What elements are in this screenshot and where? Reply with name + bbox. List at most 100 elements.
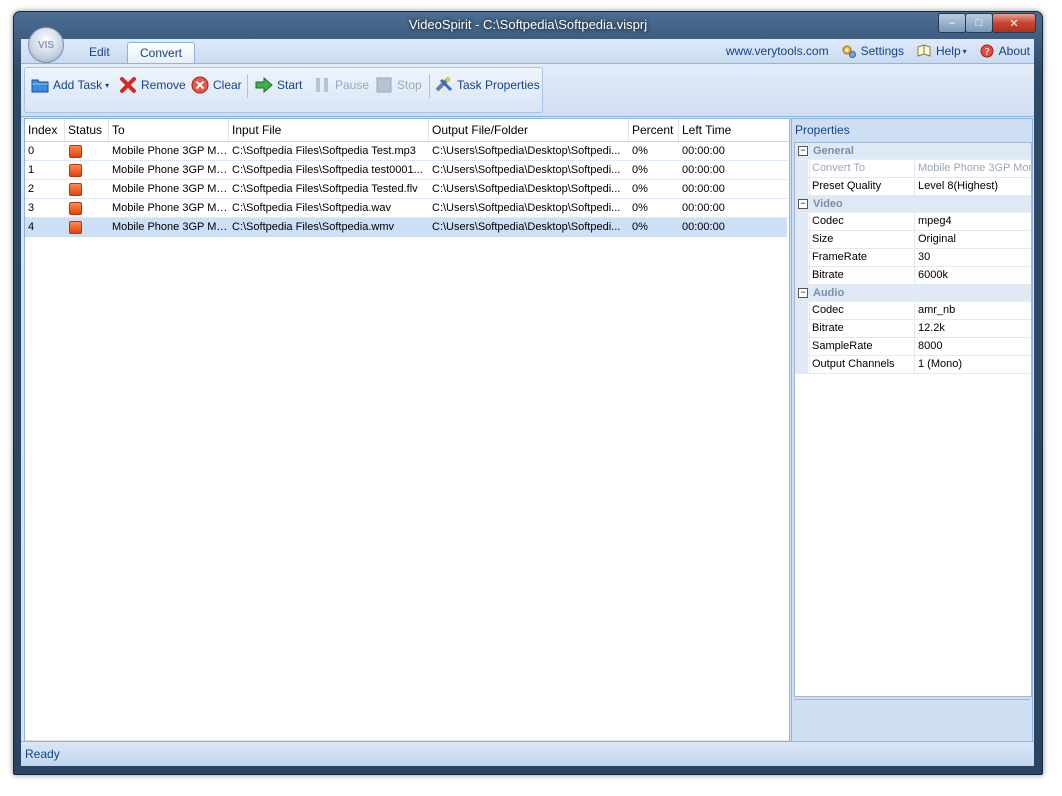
properties-panel: Properties − General Convert To Mobile Ph… [791, 118, 1033, 759]
collapse-icon[interactable]: − [798, 146, 808, 156]
column-header-status[interactable]: Status [65, 119, 109, 141]
cell-output: C:\Users\Softpedia\Desktop\Softpedi... [432, 164, 621, 176]
property-row[interactable]: FrameRate 30 [795, 249, 1031, 267]
app-window: VideoSpirit - C:\Softpedia\Softpedia.vis… [13, 11, 1043, 775]
table-row[interactable]: 0 Mobile Phone 3GP Mo... C:\Softpedia Fi… [25, 142, 787, 161]
window-controls: – □ ✕ [938, 13, 1036, 33]
remove-button[interactable]: Remove [119, 74, 186, 96]
column-header-output[interactable]: Output File/Folder [429, 119, 629, 141]
settings-link[interactable]: Settings [841, 43, 904, 59]
stop-label: Stop [397, 78, 422, 92]
cell-to: Mobile Phone 3GP Mo... [112, 221, 229, 233]
website-link[interactable]: www.verytools.com [726, 44, 829, 58]
cell-to: Mobile Phone 3GP Mo... [112, 164, 229, 176]
cell-index: 4 [28, 221, 35, 233]
category-label: General [813, 145, 854, 157]
cell-left-time: 00:00:00 [682, 145, 725, 157]
about-icon: ? [980, 44, 994, 58]
help-menu[interactable]: Help ▾ [916, 43, 967, 59]
category-video[interactable]: − Video [795, 196, 1031, 213]
property-value: amr_nb [918, 304, 956, 316]
clear-button[interactable]: Clear [191, 74, 242, 96]
chevron-down-icon: ▾ [105, 80, 110, 90]
property-key: Size [809, 231, 915, 248]
category-label: Video [813, 198, 843, 210]
top-links: www.verytools.com Settings Help ▾ ? Abou… [714, 43, 1030, 59]
task-list: Index Status To Input File Output File/F… [24, 118, 790, 759]
remove-x-icon [120, 77, 136, 93]
cell-output: C:\Users\Softpedia\Desktop\Softpedi... [432, 145, 621, 157]
ribbon-toolbar: Add Task ▾ Remove Clear Start Pause Stop… [21, 63, 1034, 117]
property-key: Preset Quality [809, 178, 915, 195]
add-task-button[interactable]: Add Task ▾ [31, 74, 109, 96]
about-link[interactable]: ? About [979, 43, 1030, 59]
table-row[interactable]: 1 Mobile Phone 3GP Mo... C:\Softpedia Fi… [25, 161, 787, 180]
table-row[interactable]: 2 Mobile Phone 3GP Mo... C:\Softpedia Fi… [25, 180, 787, 199]
collapse-icon[interactable]: − [798, 288, 808, 298]
category-audio[interactable]: − Audio [795, 285, 1031, 302]
cell-to: Mobile Phone 3GP Mo... [112, 202, 229, 214]
cell-input-file: C:\Softpedia Files\Softpedia Tested.flv [232, 183, 418, 195]
property-row[interactable]: Bitrate 12.2k [795, 320, 1031, 338]
property-row[interactable]: Codec mpeg4 [795, 213, 1031, 231]
pause-icon [316, 78, 328, 92]
property-value: mpeg4 [918, 215, 952, 227]
table-row-selected[interactable]: 4 Mobile Phone 3GP Mo... C:\Softpedia Fi… [25, 218, 787, 237]
clear-label: Clear [213, 78, 242, 92]
property-key: Codec [809, 302, 915, 319]
stop-button[interactable]: Stop [375, 74, 422, 96]
column-header-to[interactable]: To [109, 119, 229, 141]
settings-label: Settings [860, 44, 904, 58]
property-key: SampleRate [809, 338, 915, 355]
property-row[interactable]: Bitrate 6000k [795, 267, 1031, 285]
close-button[interactable]: ✕ [992, 13, 1036, 33]
app-menu-button[interactable]: VIS [28, 27, 64, 63]
property-row[interactable]: Preset Quality Level 8(Highest) [795, 178, 1031, 196]
tab-edit[interactable]: Edit [77, 42, 122, 63]
cell-percent: 0% [632, 221, 648, 233]
category-general[interactable]: − General [795, 143, 1031, 160]
table-row[interactable]: 3 Mobile Phone 3GP Mo... C:\Softpedia Fi… [25, 199, 787, 218]
cell-output: C:\Users\Softpedia\Desktop\Softpedi... [432, 202, 621, 214]
pause-button[interactable]: Pause [313, 74, 369, 96]
status-icon [69, 221, 82, 234]
cell-left-time: 00:00:00 [682, 221, 725, 233]
property-key: FrameRate [809, 249, 915, 266]
property-row[interactable]: SampleRate 8000 [795, 338, 1031, 356]
client-area: VIS Edit Convert www.verytools.com Setti… [21, 27, 1034, 766]
property-row[interactable]: Size Original [795, 231, 1031, 249]
collapse-icon[interactable]: − [798, 199, 808, 209]
minimize-button[interactable]: – [938, 13, 966, 33]
cell-index: 1 [28, 164, 35, 176]
status-icon [69, 202, 82, 215]
cell-output: C:\Users\Softpedia\Desktop\Softpedi... [432, 221, 621, 233]
property-row[interactable]: Output Channels 1 (Mono) [795, 356, 1031, 374]
property-row[interactable]: Convert To Mobile Phone 3GP Mono [795, 160, 1033, 178]
folder-add-icon [31, 79, 49, 93]
tab-convert[interactable]: Convert [127, 42, 196, 64]
cell-output: C:\Users\Softpedia\Desktop\Softpedi... [432, 183, 621, 195]
add-task-label: Add Task [53, 78, 103, 92]
cell-index: 0 [28, 145, 35, 157]
cell-to: Mobile Phone 3GP Mo... [112, 183, 229, 195]
cell-index: 3 [28, 202, 35, 214]
column-header-index[interactable]: Index [25, 119, 65, 141]
tools-icon [435, 77, 453, 92]
toolbar-separator [247, 74, 248, 98]
maximize-button[interactable]: □ [965, 13, 993, 33]
start-button[interactable]: Start [255, 74, 302, 96]
task-properties-button[interactable]: Task Properties [435, 74, 540, 96]
property-row[interactable]: Codec amr_nb [795, 302, 1031, 320]
cell-percent: 0% [632, 202, 648, 214]
column-header-percent[interactable]: Percent [629, 119, 679, 141]
remove-label: Remove [141, 78, 186, 92]
title-bar[interactable]: VideoSpirit - C:\Softpedia\Softpedia.vis… [14, 12, 1042, 40]
ribbon-tab-bar: VIS Edit Convert www.verytools.com Setti… [21, 27, 1034, 64]
column-header-left-time[interactable]: Left Time [679, 119, 787, 141]
property-value: 12.2k [918, 322, 945, 334]
cell-input-file: C:\Softpedia Files\Softpedia.wmv [232, 221, 395, 233]
settings-icon [842, 45, 856, 58]
status-text: Ready [25, 747, 60, 761]
task-properties-label: Task Properties [457, 78, 540, 92]
column-header-input-file[interactable]: Input File [229, 119, 429, 141]
